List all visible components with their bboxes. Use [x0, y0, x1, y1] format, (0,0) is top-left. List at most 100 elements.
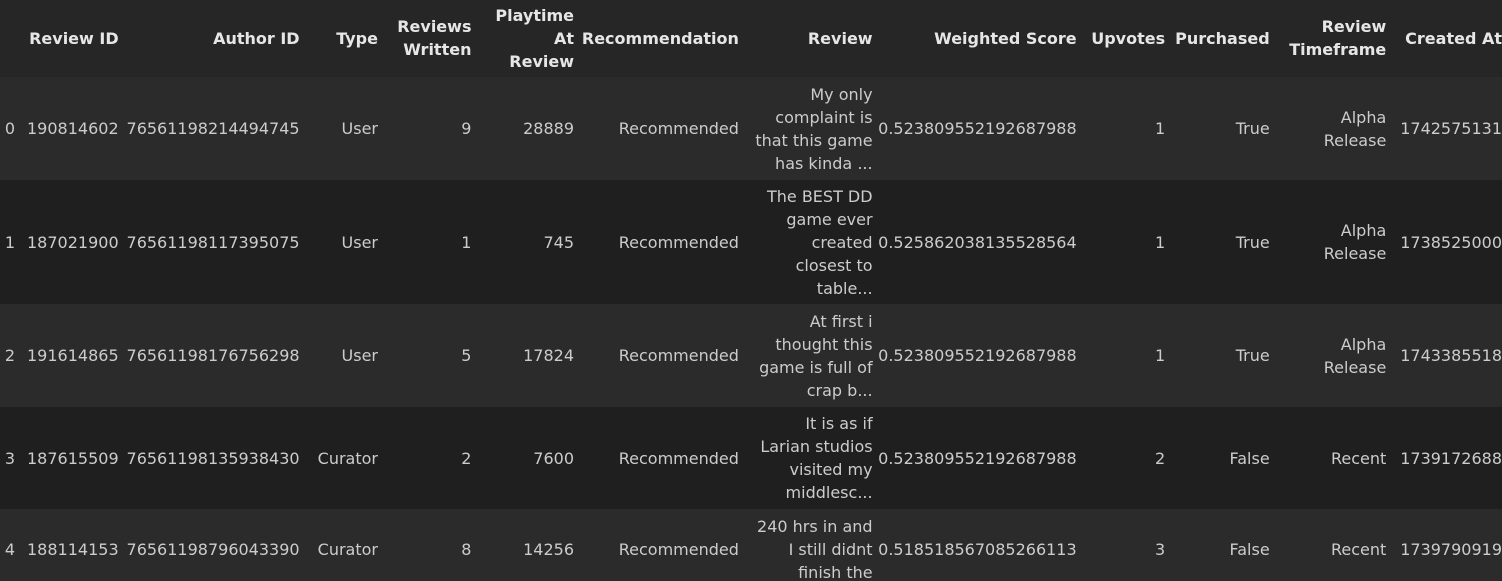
cell-created-at: 1739790919	[1400, 539, 1502, 559]
cell-reviews-written: 9	[461, 119, 472, 138]
cell-recommendation: Recommended	[618, 232, 739, 252]
cell-created-at: 1743385518	[1400, 346, 1502, 365]
cell-type: Curator	[317, 448, 378, 468]
header-playtime-line: Review	[509, 51, 574, 71]
cell-weighted-score: 0.523809552192687988	[878, 119, 1077, 138]
cell-review-timeframe: Alpha Release	[1270, 180, 1387, 304]
header-playtime-at-review: Playtime At Review	[471, 0, 574, 77]
cell-reviews-written: 2	[461, 448, 472, 468]
header-row: Review ID Author ID Type Reviews Written…	[0, 0, 1502, 77]
cell-review-id: 187615509	[27, 448, 119, 468]
cell-reviews-written: 5	[461, 346, 472, 365]
cell-playtime-at-review: 745	[543, 232, 574, 252]
cell-review-timeframe: Recent	[1270, 509, 1387, 581]
cell-type: User	[341, 232, 378, 252]
cell-weighted-score: 0.523809552192687988	[878, 448, 1077, 468]
cell-review: My only complaint is that this game has kin…	[739, 77, 873, 180]
cell-review-timeframe: Alpha Release	[1270, 77, 1387, 180]
header-author-id: Author ID	[213, 28, 300, 48]
cell-upvotes: 2	[1154, 448, 1166, 468]
cell-author-id: 76561198214494745	[126, 119, 300, 138]
timeframe-text-line: Alpha	[1340, 107, 1387, 127]
cell-reviews-written: 8	[461, 539, 472, 559]
cell-upvotes: 3	[1154, 539, 1166, 559]
timeframe-text-line: Alpha	[1340, 221, 1387, 240]
row-index: 2	[4, 346, 16, 365]
table-row: 2 191614865 76561198176756298 User 5 17824 Rec…	[0, 304, 1502, 407]
review-text-line: visited my	[789, 460, 873, 479]
review-text-line: It is as if	[805, 414, 873, 433]
table-row: 1 187021900 76561198117395075 User 1 745 Recom…	[0, 180, 1502, 304]
review-text-line: has kinda ...	[775, 153, 873, 173]
cell-weighted-score: 0.523809552192687988	[878, 346, 1077, 365]
review-text-line: I still didnt	[788, 539, 873, 559]
review-text-line: Larian studios	[760, 437, 873, 456]
table-row: 0 190814602 76561198214494745 User 9 28889 Rec…	[0, 77, 1502, 180]
cell-review: It is as if Larian studios visited my middl…	[739, 407, 873, 509]
cell-created-at: 1738525000	[1400, 232, 1502, 252]
header-created-at: Created At	[1405, 28, 1502, 48]
review-text-line: At first i	[809, 311, 873, 331]
review-text-line: My only	[810, 84, 873, 104]
table-body: 0 190814602 76561198214494745 User 9 28889 Rec…	[0, 77, 1502, 581]
cell-author-id: 76561198176756298	[126, 346, 300, 365]
header-upvotes: Upvotes	[1091, 28, 1166, 48]
cell-recommendation: Recommended	[618, 448, 739, 468]
review-text-line: closest to	[795, 255, 873, 275]
cell-playtime-at-review: 17824	[523, 346, 574, 365]
cell-purchased: True	[1235, 119, 1270, 138]
header-type: Type	[336, 28, 378, 48]
review-text-line: game is full of	[759, 357, 873, 377]
cell-recommendation: Recommended	[618, 346, 739, 365]
review-text-line: table...	[816, 278, 873, 298]
header-index	[0, 0, 15, 77]
cell-purchased: False	[1229, 448, 1270, 468]
cell-playtime-at-review: 14256	[523, 539, 574, 559]
header-purchased: Purchased	[1175, 28, 1270, 48]
cell-upvotes: 1	[1154, 346, 1166, 365]
row-index: 4	[4, 539, 16, 559]
row-index: 0	[4, 119, 16, 138]
cell-reviews-written: 1	[461, 232, 472, 252]
header-recommendation: Recommendation	[581, 28, 739, 48]
header-reviews-written-line: Written	[403, 40, 472, 59]
cell-purchased: True	[1235, 346, 1270, 365]
cell-author-id: 76561198796043390	[126, 539, 300, 559]
cell-review-id: 187021900	[27, 232, 119, 252]
cell-playtime-at-review: 28889	[523, 119, 574, 138]
review-text-line: crap b...	[806, 380, 873, 400]
review-text-line: that this game	[755, 130, 873, 150]
review-text-line: game ever	[786, 209, 873, 229]
cell-upvotes: 1	[1154, 232, 1166, 252]
cell-type: User	[341, 346, 378, 365]
cell-weighted-score: 0.525862038135528564	[878, 232, 1077, 252]
timeframe-text-line: Release	[1323, 244, 1387, 263]
review-text-line: The BEST DD	[766, 186, 873, 206]
header-timeframe-line: Review	[1321, 17, 1387, 36]
row-index: 1	[4, 232, 16, 252]
table-header: Review ID Author ID Type Reviews Written…	[0, 0, 1502, 77]
cell-review: At first i thought this game is full of cra…	[739, 304, 873, 407]
review-text-line: middlesc...	[785, 483, 873, 502]
cell-recommendation: Recommended	[618, 119, 739, 138]
header-timeframe-line: Timeframe	[1289, 40, 1387, 59]
cell-review-id: 191614865	[27, 346, 119, 365]
cell-author-id: 76561198135938430	[126, 448, 300, 468]
row-index: 3	[4, 448, 16, 468]
timeframe-text-line: Alpha	[1340, 334, 1387, 354]
cell-review-timeframe: Recent	[1270, 407, 1386, 509]
dataframe-table: Review ID Author ID Type Reviews Written…	[0, 0, 1502, 581]
table-row: 4 188114153 76561198796043390 Curator 8 14256…	[0, 509, 1502, 581]
cell-created-at: 1742575131	[1400, 119, 1502, 138]
header-review: Review	[807, 28, 873, 48]
timeframe-text-line: Recent	[1330, 539, 1387, 559]
cell-purchased: False	[1229, 539, 1270, 559]
timeframe-text-line: Release	[1323, 130, 1387, 150]
header-playtime-line: At	[553, 28, 574, 48]
cell-review: The BEST DD game ever created closest to tab…	[739, 180, 873, 304]
review-text-line: finish the	[798, 562, 873, 581]
cell-author-id: 76561198117395075	[126, 232, 300, 252]
review-text-line: complaint is	[775, 107, 873, 127]
cell-review-id: 190814602	[27, 119, 119, 138]
review-text-line: 240 hrs in and	[757, 516, 873, 536]
